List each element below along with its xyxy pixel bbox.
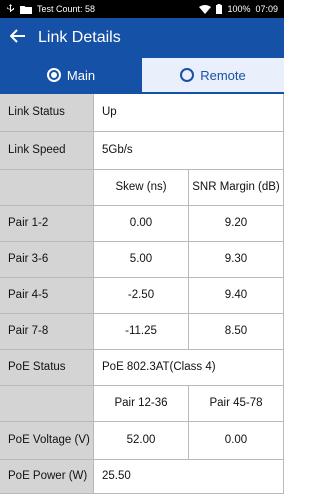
poe-voltage-a-value: 52.00: [94, 422, 189, 460]
clock: 07:09: [255, 4, 278, 14]
poe-status-value: PoE 802.3AT(Class 4): [94, 350, 284, 386]
pair-label: Pair 7-8: [0, 314, 94, 350]
skew-header: Skew (ns): [94, 170, 189, 206]
radio-selected-icon: [46, 68, 61, 82]
battery-percent: 100%: [227, 4, 251, 14]
pair-label: Pair 4-5: [0, 278, 94, 314]
tab-bar: Main Remote: [0, 58, 284, 94]
tab-remote[interactable]: Remote: [142, 58, 284, 92]
pair-snr-value: 9.20: [189, 206, 284, 242]
tab-main[interactable]: Main: [0, 58, 142, 92]
wifi-icon: [199, 4, 212, 14]
pair-snr-value: 9.40: [189, 278, 284, 314]
snr-margin-header: SNR Margin (dB): [189, 170, 284, 206]
arrow-left-icon: [9, 28, 26, 48]
pair-skew-value: 0.00: [94, 206, 189, 242]
link-speed-value: 5Gb/s: [94, 132, 284, 170]
back-button[interactable]: [0, 18, 36, 58]
pair-snr-value: 9.30: [189, 242, 284, 278]
poe-voltage-label: PoE Voltage (V): [0, 422, 94, 460]
pair-skew-value: -2.50: [94, 278, 189, 314]
poe-pair-b-header: Pair 45-78: [189, 386, 284, 422]
poe-status-label: PoE Status: [0, 350, 94, 386]
tab-remote-label: Remote: [200, 67, 246, 83]
link-status-value: Up: [94, 94, 284, 132]
poe-power-label: PoE Power (W): [0, 460, 94, 494]
poe-power-value: 25.50: [94, 460, 284, 494]
pair-snr-value: 8.50: [189, 314, 284, 350]
poe-pair-a-header: Pair 12-36: [94, 386, 189, 422]
radio-unselected-icon: [180, 68, 195, 82]
poe-header-blank: [0, 386, 94, 422]
usb-icon: [6, 4, 15, 14]
battery-icon: [216, 4, 223, 14]
folder-icon: [20, 5, 32, 14]
pair-label: Pair 1-2: [0, 206, 94, 242]
pair-skew-value: 5.00: [94, 242, 189, 278]
pair-header-blank: [0, 170, 94, 206]
link-speed-label: Link Speed: [0, 132, 94, 170]
link-status-label: Link Status: [0, 94, 94, 132]
link-details-table: Link Status Up Link Speed 5Gb/s Skew (ns…: [0, 94, 284, 500]
app-bar: Link Details: [0, 18, 284, 58]
poe-voltage-b-value: 0.00: [189, 422, 284, 460]
pair-label: Pair 3-6: [0, 242, 94, 278]
tab-main-label: Main: [66, 67, 96, 83]
pair-skew-value: -11.25: [94, 314, 189, 350]
status-bar: Test Count: 58 100% 07:09: [0, 0, 284, 18]
page-title: Link Details: [38, 29, 121, 46]
test-count-text: Test Count: 58: [37, 4, 96, 14]
